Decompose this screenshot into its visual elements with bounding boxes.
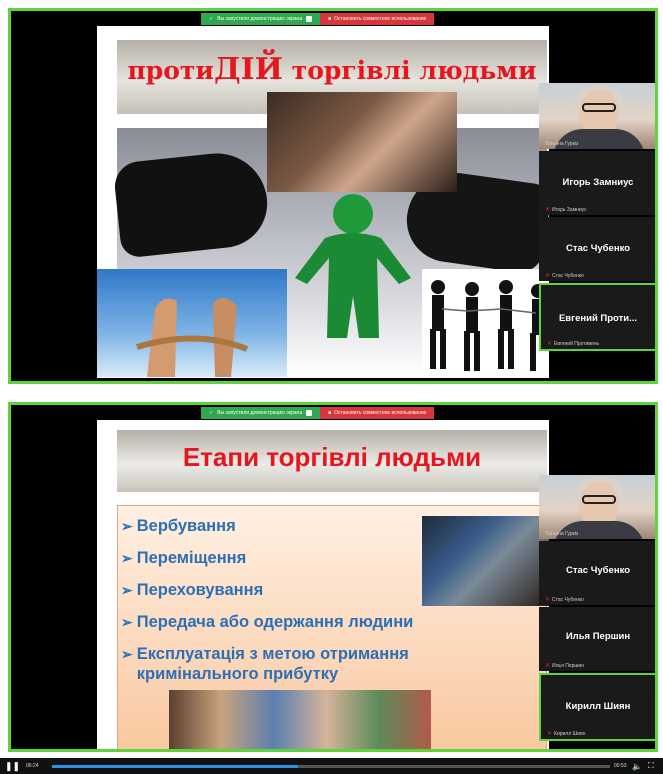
participant-name: Стас Чубенко: [566, 565, 630, 576]
participant-name-small: Татьяна Гуркіз: [545, 141, 579, 147]
stop-share-button[interactable]: ■ Остановить совместное использование: [320, 407, 435, 419]
participant-tile-active[interactable]: Евгений Проти... ✕ Евгений Противень: [539, 283, 655, 351]
screen-share-panel-2: ✓ Вы запустили демонстрацию экрана ■ Остан…: [8, 402, 658, 752]
participants-panel: Татьяна Гуркіз Стас Чубенко ✕ Стас Чубенк…: [539, 475, 655, 743]
trafficking-victims-photo: [267, 92, 457, 192]
slide-title: Етапи торгівлі людьми: [182, 442, 482, 472]
share-status-bar: ✓ Вы запустили демонстрацию экрана ■ Остан…: [201, 13, 435, 25]
crowd-illustration: [169, 690, 431, 749]
list-item: ➢ Переховування: [121, 580, 451, 600]
participant-name-small: Татьяна Гуркіз: [545, 531, 579, 537]
square-icon: [306, 410, 313, 416]
seek-bar[interactable]: [52, 765, 610, 768]
participant-tile[interactable]: Игорь Замниус ✕ Игорь Замниус: [539, 151, 655, 215]
muted-mic-icon: ✕: [547, 341, 553, 347]
participant-name: Стас Чубенко: [566, 243, 630, 254]
participant-small-label: ✕ Евгений Противень: [547, 340, 600, 348]
stop-icon: ■: [328, 16, 332, 22]
participants-panel: Татьяна Гуркіз Игорь Замниус ✕ Игорь Замн…: [539, 83, 655, 353]
list-item: ➢ Експлуатація з метою отримання кримінал…: [121, 644, 451, 684]
presentation-slide-1: протиДІЙ торгівлі людьми: [97, 26, 549, 378]
participant-name: Игорь Замниус: [562, 177, 634, 188]
participant-small-label: Татьяна Гуркіз: [545, 531, 578, 537]
bound-hands-photo: [97, 269, 287, 377]
list-item-text: Переміщення: [136, 549, 247, 567]
share-info: ✓ Вы запустили демонстрацию экрана: [201, 13, 321, 25]
list-item-text: Передача або одержання людини: [136, 613, 414, 631]
participant-name: Илья Першин: [565, 631, 631, 642]
fullscreen-icon[interactable]: ⛶: [648, 761, 654, 771]
participant-small-label: Татьяна Гуркіз: [545, 141, 578, 147]
muted-mic-icon: ✕: [545, 597, 551, 603]
stages-list: ➢ Вербування ➢ Переміщення ➢ Переховування …: [121, 516, 451, 696]
participant-tile[interactable]: Илья Першин ✕ Илья Першин: [539, 607, 655, 671]
glasses: [582, 495, 616, 504]
arrow-bullet-icon: ➢: [121, 614, 133, 630]
slide-title-emphasis: ДІЙ: [213, 52, 284, 87]
stop-icon: ■: [328, 410, 332, 416]
participant-small-label: ✕ Стас Чубенко: [545, 272, 584, 280]
slide-title: протиДІЙ торгівлі людьми: [117, 52, 547, 87]
participant-name-small: Игорь Замниус: [552, 206, 587, 213]
muted-mic-icon: ✕: [547, 731, 553, 737]
list-item-text: Вербування: [136, 517, 236, 535]
participant-name-small: Стас Чубенко: [552, 272, 584, 279]
participant-name: Кирилл Шиян: [565, 701, 631, 712]
list-item: ➢ Вербування: [121, 516, 451, 536]
current-time: 06:24: [26, 763, 39, 769]
arrow-bullet-icon: ➢: [121, 518, 133, 534]
participant-small-label: ✕ Стас Чубенко: [545, 596, 584, 604]
square-icon: [306, 16, 313, 22]
glasses: [582, 103, 616, 112]
participant-tile-active[interactable]: Кирилл Шиян ✕ Кирилл Шиян: [539, 673, 655, 741]
participant-name-small: Евгений Противень: [554, 340, 600, 347]
pause-icon[interactable]: ❚❚: [5, 761, 20, 772]
presentation-slide-2: Етапи торгівлі людьми ➢ Вербування ➢ Перем…: [97, 420, 549, 749]
participant-name-small: Илья Першин: [552, 662, 584, 669]
screen-share-panel-1: ✓ Вы запустили демонстрацию экрана ■ Остан…: [8, 8, 658, 384]
seek-progress: [52, 765, 298, 768]
participant-name: Евгений Проти...: [558, 313, 638, 324]
list-item-text: Експлуатація з метою отримання криміналь…: [136, 645, 409, 683]
participant-video-tile[interactable]: Татьяна Гуркіз: [539, 83, 655, 149]
participant-small-label: ✕ Игорь Замниус: [545, 206, 587, 214]
stop-share-label: Остановить совместное использование: [334, 16, 427, 22]
participant-small-label: ✕ Кирилл Шиян: [547, 730, 586, 738]
chained-people-image: [422, 269, 549, 377]
volume-icon[interactable]: 🔈: [632, 762, 642, 771]
arrow-bullet-icon: ➢: [121, 582, 133, 598]
share-info-text: Вы запустили демонстрацию экрана: [217, 410, 303, 416]
total-time: 00:53: [614, 763, 627, 769]
list-item: ➢ Переміщення: [121, 548, 451, 568]
participant-name-small: Кирилл Шиян: [554, 730, 586, 737]
participant-video-tile[interactable]: Татьяна Гуркіз: [539, 475, 655, 539]
participant-tile[interactable]: Стас Чубенко ✕ Стас Чубенко: [539, 541, 655, 605]
check-icon: ✓: [209, 16, 214, 22]
participant-name-small: Стас Чубенко: [552, 596, 584, 603]
list-item-text: Переховування: [136, 581, 264, 599]
arrow-bullet-icon: ➢: [121, 646, 133, 662]
muted-mic-icon: ✕: [545, 207, 551, 213]
video-player-bar: ❚❚ 06:24 00:53 🔈 ⛶: [0, 758, 663, 774]
muted-mic-icon: ✕: [545, 273, 551, 279]
share-status-bar: ✓ Вы запустили демонстрацию экрана ■ Остан…: [201, 407, 435, 419]
stop-share-button[interactable]: ■ Остановить совместное использование: [320, 13, 435, 25]
participant-tile[interactable]: Стас Чубенко ✕ Стас Чубенко: [539, 217, 655, 281]
participant-small-label: ✕ Илья Першин: [545, 662, 584, 670]
list-item: ➢ Передача або одержання людини: [121, 612, 451, 632]
muted-mic-icon: ✕: [545, 663, 551, 669]
migrants-photo: [422, 516, 549, 606]
green-figure-image: [295, 194, 411, 338]
arrow-bullet-icon: ➢: [121, 550, 133, 566]
share-info: ✓ Вы запустили демонстрацию экрана: [201, 407, 321, 419]
slide-title-prefix: проти: [127, 56, 214, 85]
slide-title-suffix: торгівлі людьми: [283, 56, 537, 85]
stop-share-label: Остановить совместное использование: [334, 410, 427, 416]
share-info-text: Вы запустили демонстрацию экрана: [217, 16, 303, 22]
check-icon: ✓: [209, 410, 214, 416]
